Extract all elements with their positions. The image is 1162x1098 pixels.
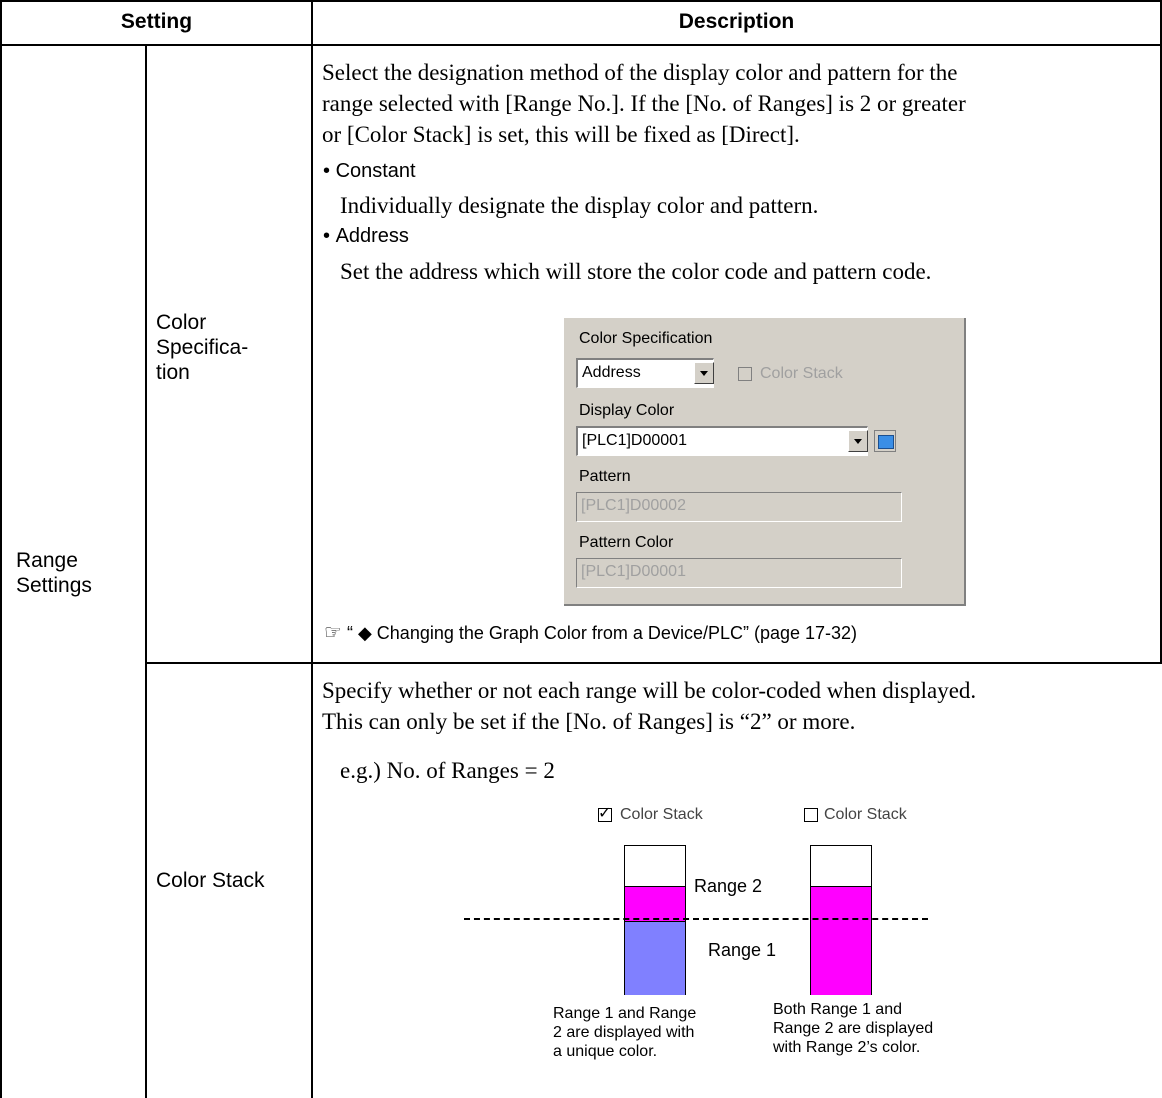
setting-color-specification: Color Specifica- tion (156, 311, 249, 384)
address-input-icon[interactable] (874, 430, 896, 452)
pattern-label: Pattern (579, 468, 631, 485)
reference-link[interactable]: ☞ “ ◆ Changing the Graph Color from a De… (324, 620, 857, 644)
display-color-label: Display Color (579, 402, 675, 419)
keypad-icon (878, 435, 894, 449)
header-description: Description (678, 10, 795, 33)
color-spec-dropdown-button[interactable] (694, 362, 714, 384)
header-divider (0, 44, 1162, 46)
color-specification-dialog: Color Specification Address Color Stack … (564, 318, 966, 606)
right-bar-fill (811, 886, 871, 995)
checkbox-checked-icon: ✓ (598, 803, 612, 822)
pointing-hand-icon: ☞ (324, 620, 342, 644)
pattern-color-label: Pattern Color (579, 534, 674, 551)
checkbox-unchecked-icon (804, 808, 818, 822)
right-caption: Both Range 1 and Range 2 are displayed w… (773, 1001, 934, 1056)
left-bar (624, 845, 686, 995)
constant-text: Individually designate the display color… (340, 193, 819, 218)
table-border-left (0, 0, 2, 1098)
left-bar-range2 (625, 886, 685, 921)
right-bar (810, 845, 872, 995)
color-stack-checkbox-label: Color Stack (760, 365, 843, 382)
address-text: Set the address which will store the col… (340, 259, 932, 284)
column-divider-main (311, 0, 313, 1098)
color-spec-label: Color Specification (579, 330, 713, 347)
left-bar-range1 (625, 921, 685, 995)
setting-color-stack: Color Stack (156, 869, 265, 892)
checkmark-icon: ✓ (598, 803, 612, 822)
row-divider (145, 662, 1162, 664)
right-color-stack-label: Color Stack (824, 806, 907, 823)
left-color-stack-label: Color Stack (620, 806, 703, 823)
header-setting: Setting (120, 10, 193, 33)
bullet-address: • Address (323, 225, 409, 247)
range-boundary-line (464, 918, 928, 920)
range1-label: Range 1 (708, 940, 777, 960)
color-stack-description: Specify whether or not each range will b… (322, 678, 977, 734)
color-spec-description: Select the designation method of the dis… (322, 60, 966, 147)
example-label: e.g.) No. of Ranges = 2 (340, 758, 555, 783)
range2-label: Range 2 (694, 876, 763, 896)
group-label: Range Settings (16, 549, 92, 597)
pattern-field: [PLC1]D00002 (576, 492, 902, 522)
display-color-dropdown-button[interactable] (848, 430, 868, 452)
column-divider-sub (145, 46, 147, 1098)
table-border-top (0, 0, 1162, 2)
display-color-select[interactable]: [PLC1]D00001 (576, 426, 868, 456)
pattern-color-field: [PLC1]D00001 (576, 558, 902, 588)
left-caption: Range 1 and Range 2 are displayed with a… (553, 1005, 697, 1060)
color-stack-checkbox[interactable] (738, 367, 752, 381)
bullet-constant: • Constant (323, 160, 416, 182)
